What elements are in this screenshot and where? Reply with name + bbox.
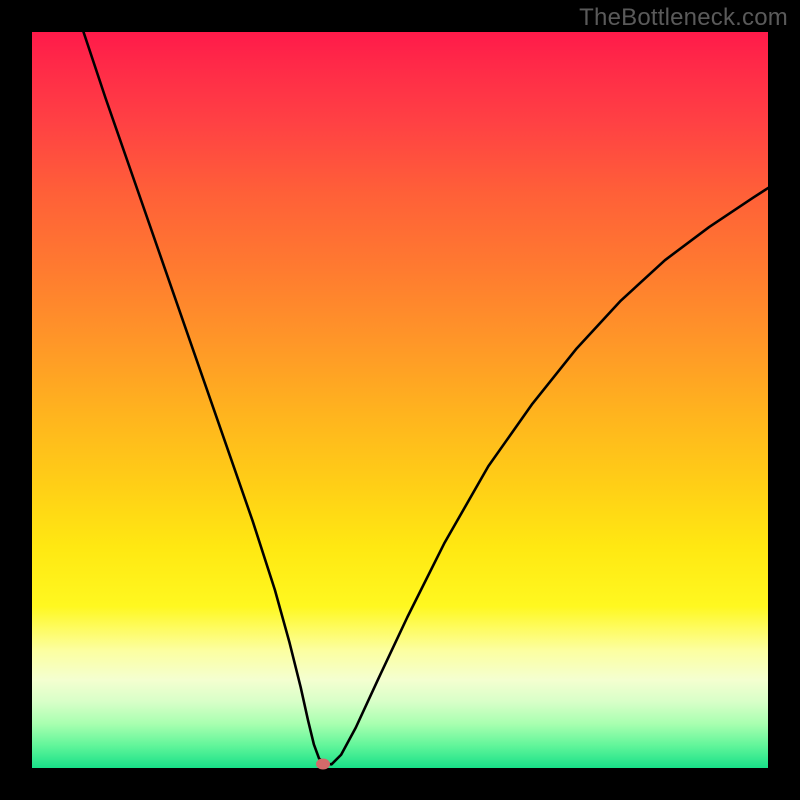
optimal-marker	[316, 759, 330, 770]
chart-svg	[32, 32, 768, 768]
plot-area	[32, 32, 768, 768]
bottleneck-curve	[84, 32, 768, 764]
watermark-text: TheBottleneck.com	[579, 4, 788, 32]
